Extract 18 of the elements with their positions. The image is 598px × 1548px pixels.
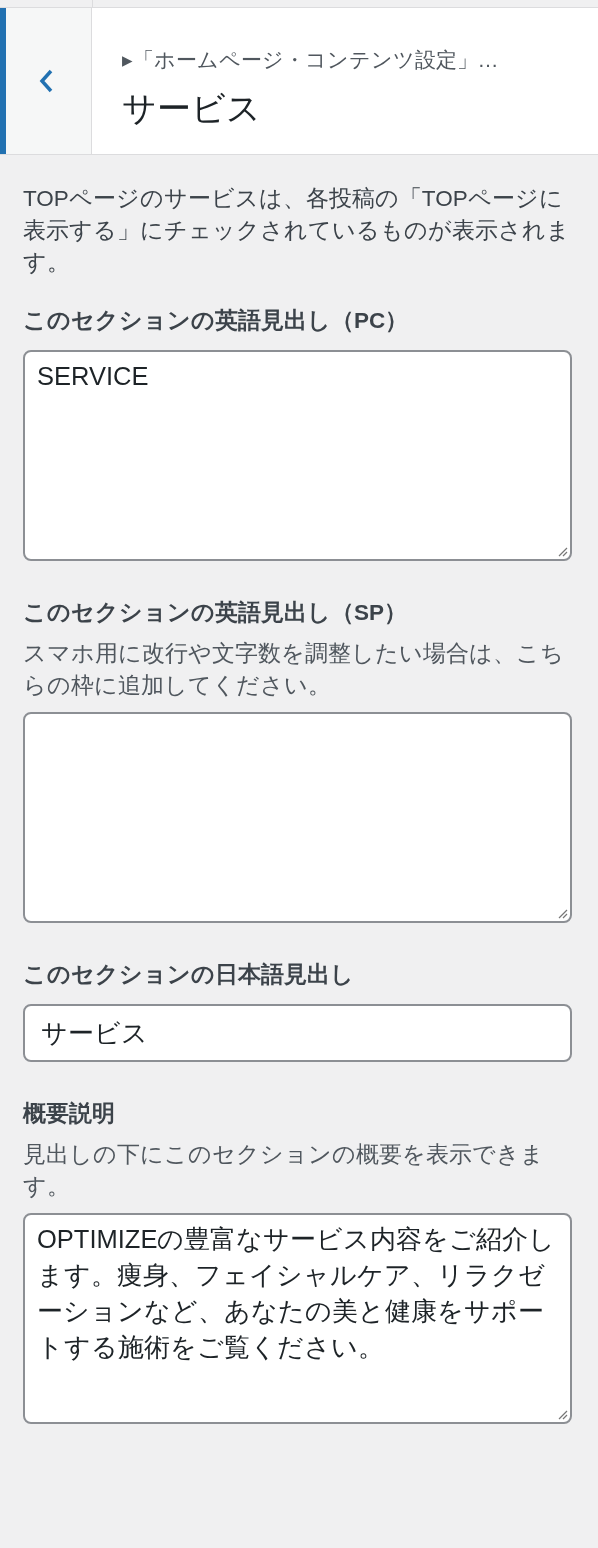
field-description: 見出しの下にこのセクションの概要を表示できます。 bbox=[23, 1141, 545, 1201]
field-label: このセクションの日本語見出し bbox=[23, 961, 355, 989]
intro-text: TOPページのサービスは、各投稿の「TOPページに表示する」にチェックされているものが表示されます。 bbox=[23, 185, 571, 277]
field-description: スマホ用に改行や文字数を調整したい場合は、こちらの枠に追加してください。 bbox=[23, 640, 565, 700]
chevron-left-icon bbox=[37, 68, 54, 94]
text-area[interactable] bbox=[23, 712, 572, 923]
resize-handle-icon[interactable] bbox=[558, 1410, 568, 1420]
breadcrumb: ▸「ホームページ・コンテンツ設定」… bbox=[122, 47, 499, 73]
back-button[interactable] bbox=[0, 8, 92, 154]
field-label: このセクションの英語見出し（SP） bbox=[23, 599, 408, 627]
field-label: このセクションの英語見出し（PC） bbox=[23, 307, 410, 335]
panel-title: サービス bbox=[122, 88, 262, 129]
text-area[interactable]: SERVICE bbox=[23, 350, 572, 561]
field-label: 概要説明 bbox=[23, 1100, 116, 1128]
text-input[interactable]: サービス bbox=[23, 1004, 572, 1062]
resize-handle-icon[interactable] bbox=[558, 547, 568, 557]
text-area[interactable]: OPTIMIZEの豊富なサービス内容をご紹介します。痩身、フェイシャルケア、リラクゼーションなど、あなたの美と健康をサポートする施術をご覧ください。 bbox=[23, 1213, 572, 1424]
resize-handle-icon[interactable] bbox=[558, 909, 568, 919]
